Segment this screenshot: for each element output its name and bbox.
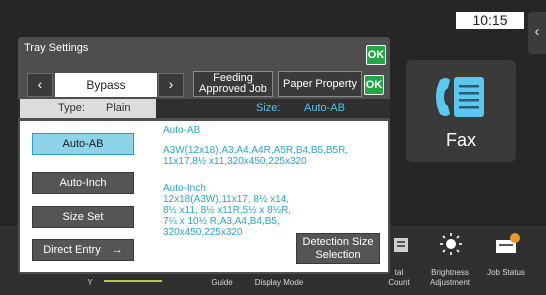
dialog-title: Tray Settings (24, 42, 89, 54)
side-panel-toggle[interactable]: ‹ (528, 12, 546, 54)
tab-feeding-label: Feeding Approved Job (199, 72, 267, 95)
type-value: Plain (106, 102, 131, 114)
paper-property-ok-button[interactable]: OK (364, 75, 384, 95)
chevron-left-icon: ‹ (37, 76, 43, 92)
fax-label: Fax (445, 130, 476, 150)
detection-size-selection-button[interactable]: Detection Size Selection (296, 233, 380, 264)
auto-inch-button[interactable]: Auto-Inch (32, 172, 134, 194)
size-value: Auto-AB (304, 102, 345, 114)
auto-ab-button[interactable]: Auto-AB (32, 133, 134, 155)
tab-paper-property[interactable]: Paper Property (278, 71, 362, 97)
direct-entry-label: Direct Entry (43, 244, 101, 256)
bottom-bar-fragment-label: Y (87, 278, 93, 287)
size-label: Size: (256, 102, 281, 114)
arrow-right-icon: → (111, 244, 123, 256)
job-status-icon (496, 233, 520, 253)
current-tray-name: Bypass (55, 73, 157, 97)
clock: 10:15 (456, 12, 524, 29)
auto-inch-size-list: 12x18(A3W),11x17, 8½ x14, 8½ x11, 8½ x11… (163, 194, 292, 238)
auto-ab-size-list: A3W(12x18),A3,A4,A4R,A5R,B4,B5,B5R, 11x1… (163, 145, 349, 167)
chevron-left-icon: ‹ (534, 23, 540, 40)
fax-tile[interactable]: Fax (406, 60, 516, 162)
display-mode-button[interactable]: Display Mode (248, 278, 310, 288)
size-set-button[interactable]: Size Set (32, 206, 134, 228)
next-tray-button[interactable]: › (158, 73, 184, 97)
type-size-bar: Type: Plain Size: Auto-AB (18, 99, 390, 118)
fax-icon (436, 77, 484, 117)
direct-entry-button[interactable]: Direct Entry → (32, 239, 134, 261)
size-options-panel: Auto-AB Auto-Inch Size Set Direct Entry … (20, 121, 388, 272)
detection-size-label: Detection Size Selection (302, 236, 374, 261)
tray-settings-dialog: Tray Settings OK ‹ Bypass › Feeding Appr… (18, 37, 390, 274)
job-status-button[interactable]: Job Status (480, 268, 532, 278)
guide-button[interactable]: Guide (204, 278, 240, 288)
dialog-ok-button[interactable]: OK (366, 45, 386, 65)
brightness-icon (440, 233, 462, 255)
total-count-icon (394, 238, 408, 252)
auto-inch-heading: Auto-Inch (163, 183, 206, 194)
auto-ab-heading: Auto-AB (163, 125, 201, 136)
tab-feeding-approved-job[interactable]: Feeding Approved Job (193, 71, 273, 97)
bottom-bar-indicator (104, 280, 162, 282)
type-label: Type: (58, 102, 85, 114)
previous-tray-button[interactable]: ‹ (27, 73, 53, 97)
type-cell: Type: Plain (20, 99, 156, 118)
chevron-right-icon: › (168, 76, 174, 92)
brightness-adjustment-button[interactable]: Brightness Adjustment (420, 268, 480, 288)
